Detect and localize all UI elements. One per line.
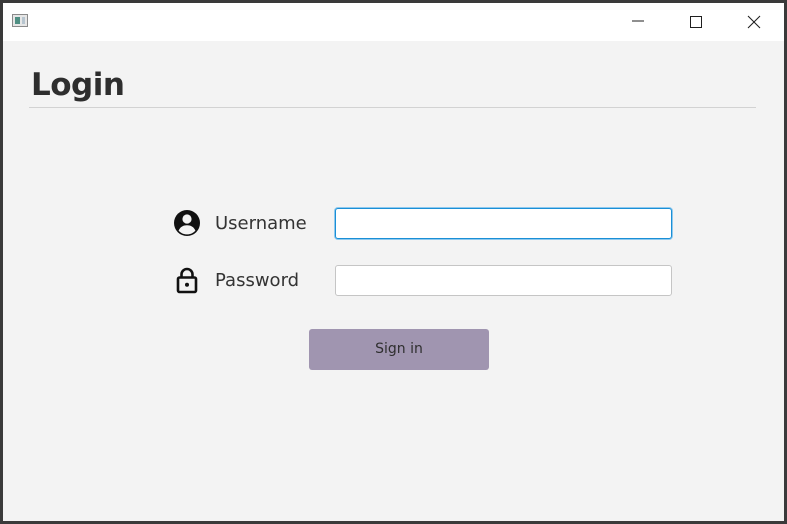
maximize-icon bbox=[690, 16, 702, 28]
login-window: Login Username Password Sign in bbox=[3, 3, 784, 521]
title-divider bbox=[29, 107, 756, 108]
password-input[interactable] bbox=[335, 265, 672, 296]
password-label: Password bbox=[215, 270, 300, 291]
minimize-button[interactable] bbox=[608, 3, 666, 41]
sign-in-button[interactable]: Sign in bbox=[309, 329, 489, 370]
page-title: Login bbox=[31, 67, 125, 103]
username-input[interactable] bbox=[335, 208, 672, 239]
maximize-button[interactable] bbox=[666, 3, 724, 41]
minimize-icon bbox=[632, 20, 644, 22]
lock-icon bbox=[176, 267, 198, 294]
user-circle-icon bbox=[174, 210, 200, 236]
close-icon bbox=[747, 15, 761, 29]
window-titlebar[interactable] bbox=[3, 3, 784, 41]
app-window-icon bbox=[12, 14, 28, 27]
close-button[interactable] bbox=[724, 3, 782, 41]
username-label: Username bbox=[215, 213, 307, 234]
